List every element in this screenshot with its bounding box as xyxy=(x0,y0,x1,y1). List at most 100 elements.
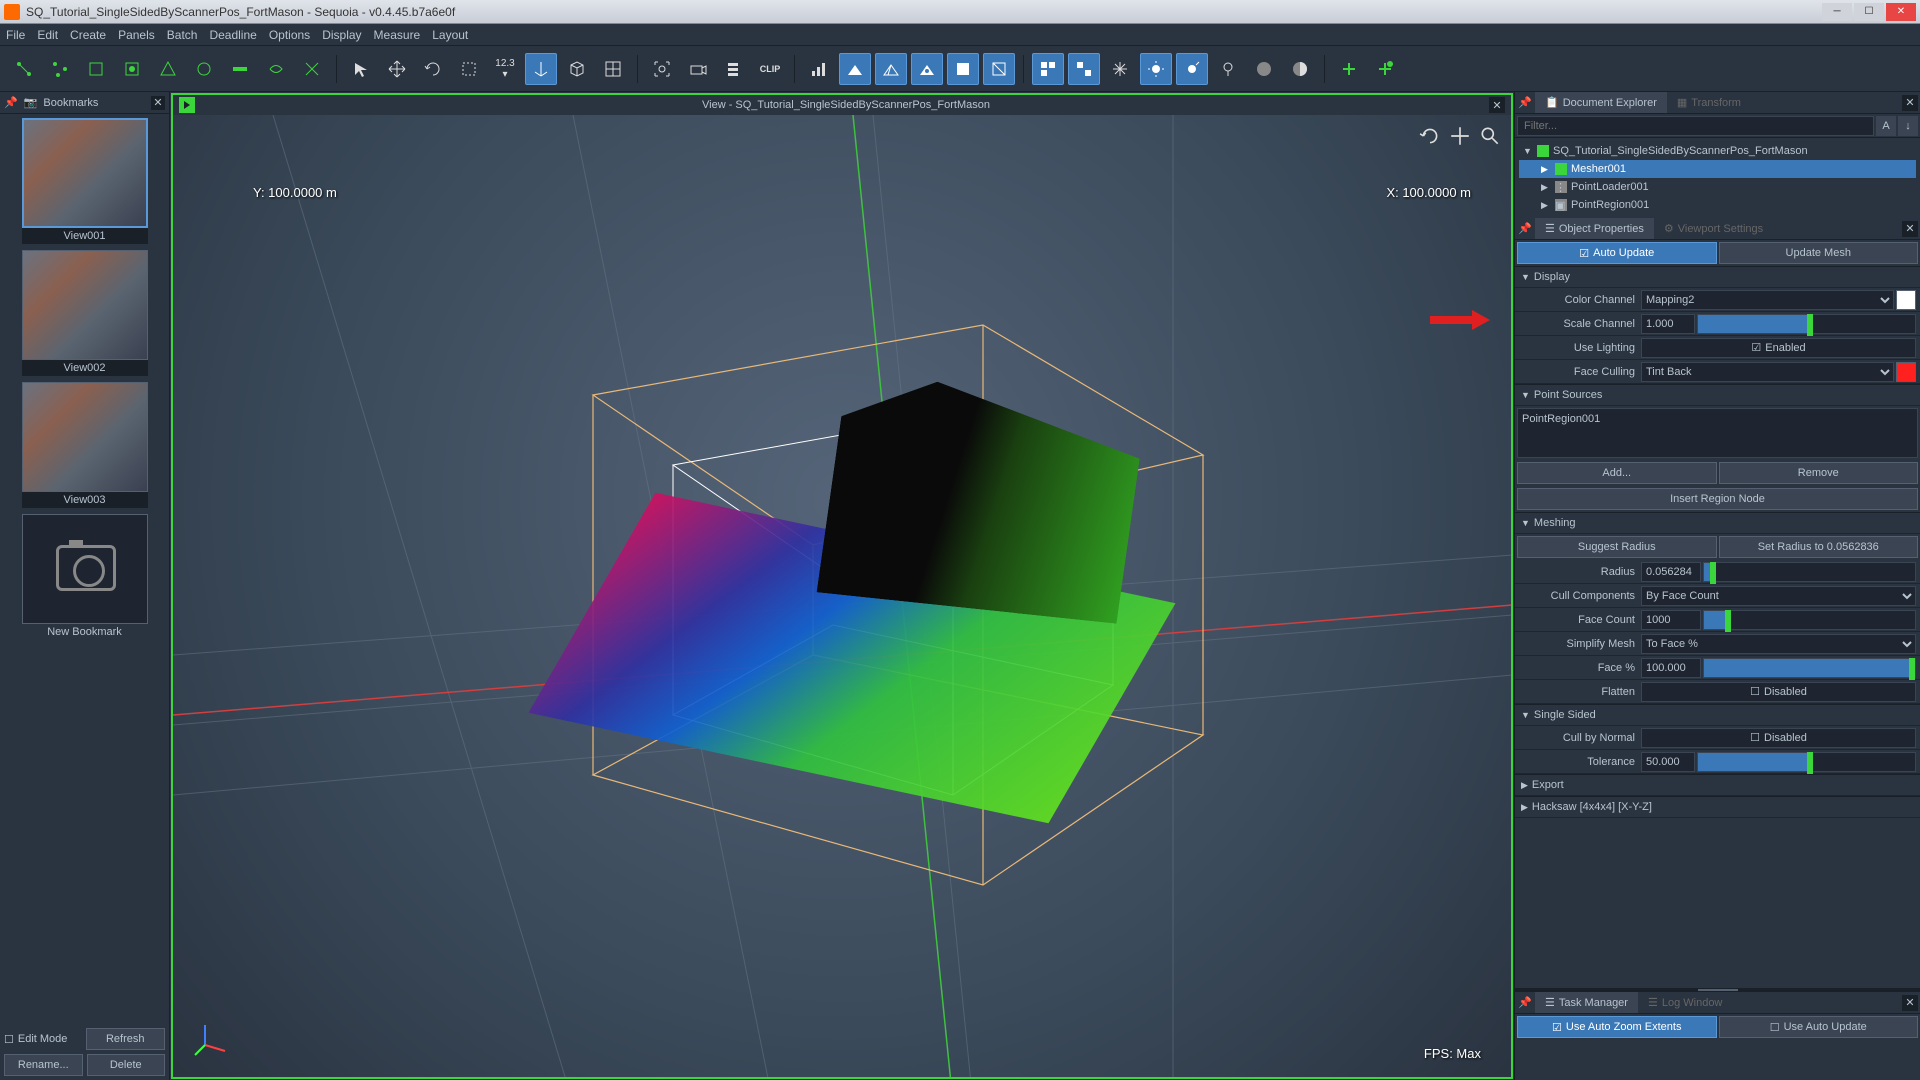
face-count-input[interactable] xyxy=(1641,610,1701,630)
tool-stats[interactable] xyxy=(803,53,835,85)
section-single-sided[interactable]: ▼Single Sided xyxy=(1515,704,1920,726)
tool-view-1[interactable] xyxy=(1032,53,1064,85)
auto-update-checkbox[interactable]: ☐Use Auto Update xyxy=(1719,1016,1919,1038)
tree-root[interactable]: ▼SQ_Tutorial_SingleSidedByScannerPos_For… xyxy=(1519,142,1916,160)
tool-focus[interactable] xyxy=(646,53,678,85)
tool-node-9[interactable] xyxy=(296,53,328,85)
tool-numeric[interactable]: 12.3▾ xyxy=(489,53,521,85)
close-button[interactable]: ✕ xyxy=(1886,3,1916,21)
panel-close-icon[interactable]: ✕ xyxy=(1902,995,1918,1011)
radius-input[interactable] xyxy=(1641,562,1701,582)
panel-close-icon[interactable]: ✕ xyxy=(151,96,165,110)
tool-add-2[interactable] xyxy=(1369,53,1401,85)
suggest-radius-button[interactable]: Suggest Radius xyxy=(1517,536,1717,558)
tolerance-input[interactable] xyxy=(1641,752,1695,772)
set-radius-button[interactable]: Set Radius to 0.0562836 xyxy=(1719,536,1919,558)
insert-region-button[interactable]: Insert Region Node xyxy=(1517,488,1918,510)
tool-snow-icon[interactable] xyxy=(1104,53,1136,85)
update-mesh-button[interactable]: Update Mesh xyxy=(1719,242,1919,264)
tool-node-4[interactable] xyxy=(116,53,148,85)
tool-shade-1[interactable] xyxy=(839,53,871,85)
tool-clip[interactable]: CLIP xyxy=(754,53,786,85)
tool-layers[interactable] xyxy=(718,53,750,85)
auto-update-checkbox[interactable]: ☑Auto Update xyxy=(1517,242,1717,264)
tool-grid[interactable] xyxy=(597,53,629,85)
scale-channel-slider[interactable] xyxy=(1697,314,1916,334)
filter-sort-button[interactable]: ↓ xyxy=(1898,116,1918,136)
filter-a-button[interactable]: A xyxy=(1876,116,1896,136)
tool-sphere-1[interactable] xyxy=(1248,53,1280,85)
delete-button[interactable]: Delete xyxy=(87,1054,166,1076)
use-lighting-checkbox[interactable]: ☑Enabled xyxy=(1641,338,1916,358)
tool-rotate[interactable] xyxy=(417,53,449,85)
viewport-close-icon[interactable]: ✕ xyxy=(1489,97,1505,113)
tool-view-2[interactable] xyxy=(1068,53,1100,85)
menu-create[interactable]: Create xyxy=(70,28,106,42)
filter-input[interactable] xyxy=(1517,116,1874,136)
menu-measure[interactable]: Measure xyxy=(374,28,421,42)
tool-sun-2[interactable] xyxy=(1176,53,1208,85)
tool-shade-4[interactable] xyxy=(947,53,979,85)
pin-icon[interactable]: 📌 xyxy=(1515,96,1535,109)
zoom-view-icon[interactable] xyxy=(1479,125,1501,147)
panel-close-icon[interactable]: ✕ xyxy=(1902,221,1918,237)
minimize-button[interactable]: ─ xyxy=(1822,3,1852,21)
tab-document-explorer[interactable]: 📋Document Explorer xyxy=(1535,92,1667,113)
add-button[interactable]: Add... xyxy=(1517,462,1717,484)
remove-button[interactable]: Remove xyxy=(1719,462,1919,484)
tab-task-manager[interactable]: ☰Task Manager xyxy=(1535,992,1638,1013)
refresh-button[interactable]: Refresh xyxy=(86,1028,166,1050)
new-bookmark-button[interactable]: New Bookmark xyxy=(4,514,165,640)
tool-axis[interactable] xyxy=(525,53,557,85)
tool-node-6[interactable] xyxy=(188,53,220,85)
panel-close-icon[interactable]: ✕ xyxy=(1902,95,1918,111)
tool-camera[interactable] xyxy=(682,53,714,85)
pan-view-icon[interactable] xyxy=(1449,125,1471,147)
tool-node-7[interactable] xyxy=(224,53,256,85)
flatten-checkbox[interactable]: ☐Disabled xyxy=(1641,682,1916,702)
radius-slider[interactable] xyxy=(1703,562,1916,582)
pin-icon[interactable]: 📌 xyxy=(1515,996,1535,1009)
color-channel-select[interactable]: Mapping2 xyxy=(1641,290,1894,310)
tool-box[interactable] xyxy=(561,53,593,85)
section-point-sources[interactable]: ▼Point Sources xyxy=(1515,384,1920,406)
tab-object-properties[interactable]: ☰Object Properties xyxy=(1535,218,1654,239)
section-meshing[interactable]: ▼Meshing xyxy=(1515,512,1920,534)
menu-deadline[interactable]: Deadline xyxy=(209,28,256,42)
bookmark-item[interactable]: View001 xyxy=(4,118,165,244)
tolerance-slider[interactable] xyxy=(1697,752,1916,772)
tool-node-8[interactable] xyxy=(260,53,292,85)
face-pct-input[interactable] xyxy=(1641,658,1701,678)
pin-icon[interactable]: 📌 xyxy=(4,96,18,109)
section-hacksaw[interactable]: ▶Hacksaw [4x4x4] [X-Y-Z] xyxy=(1515,796,1920,818)
tool-select[interactable] xyxy=(345,53,377,85)
menu-batch[interactable]: Batch xyxy=(167,28,198,42)
menu-display[interactable]: Display xyxy=(322,28,361,42)
tool-node-1[interactable] xyxy=(8,53,40,85)
tool-move[interactable] xyxy=(381,53,413,85)
refresh-view-icon[interactable] xyxy=(1419,125,1441,147)
scale-channel-input[interactable] xyxy=(1641,314,1695,334)
menu-edit[interactable]: Edit xyxy=(37,28,58,42)
rename-button[interactable]: Rename... xyxy=(4,1054,83,1076)
menu-panels[interactable]: Panels xyxy=(118,28,155,42)
tool-light[interactable] xyxy=(1212,53,1244,85)
color-swatch[interactable] xyxy=(1896,290,1916,310)
tool-sphere-2[interactable] xyxy=(1284,53,1316,85)
tool-shade-3[interactable] xyxy=(911,53,943,85)
tree-item-mesher[interactable]: ▶Mesher001 xyxy=(1519,160,1916,178)
menu-options[interactable]: Options xyxy=(269,28,310,42)
bookmark-item[interactable]: View003 xyxy=(4,382,165,508)
simplify-mesh-select[interactable]: To Face % xyxy=(1641,634,1916,654)
tab-viewport-settings[interactable]: ⚙Viewport Settings xyxy=(1654,218,1773,239)
tool-add-1[interactable] xyxy=(1333,53,1365,85)
edit-mode-checkbox[interactable]: ☐Edit Mode xyxy=(4,1028,82,1050)
tab-log-window[interactable]: ☰Log Window xyxy=(1638,992,1732,1013)
face-count-slider[interactable] xyxy=(1703,610,1916,630)
menu-layout[interactable]: Layout xyxy=(432,28,468,42)
menu-file[interactable]: File xyxy=(6,28,25,42)
tool-shade-2[interactable] xyxy=(875,53,907,85)
cull-by-normal-checkbox[interactable]: ☐Disabled xyxy=(1641,728,1916,748)
tree-item-pointloader[interactable]: ▶⋮PointLoader001 xyxy=(1519,178,1916,196)
axis-gizmo[interactable] xyxy=(193,1017,233,1057)
